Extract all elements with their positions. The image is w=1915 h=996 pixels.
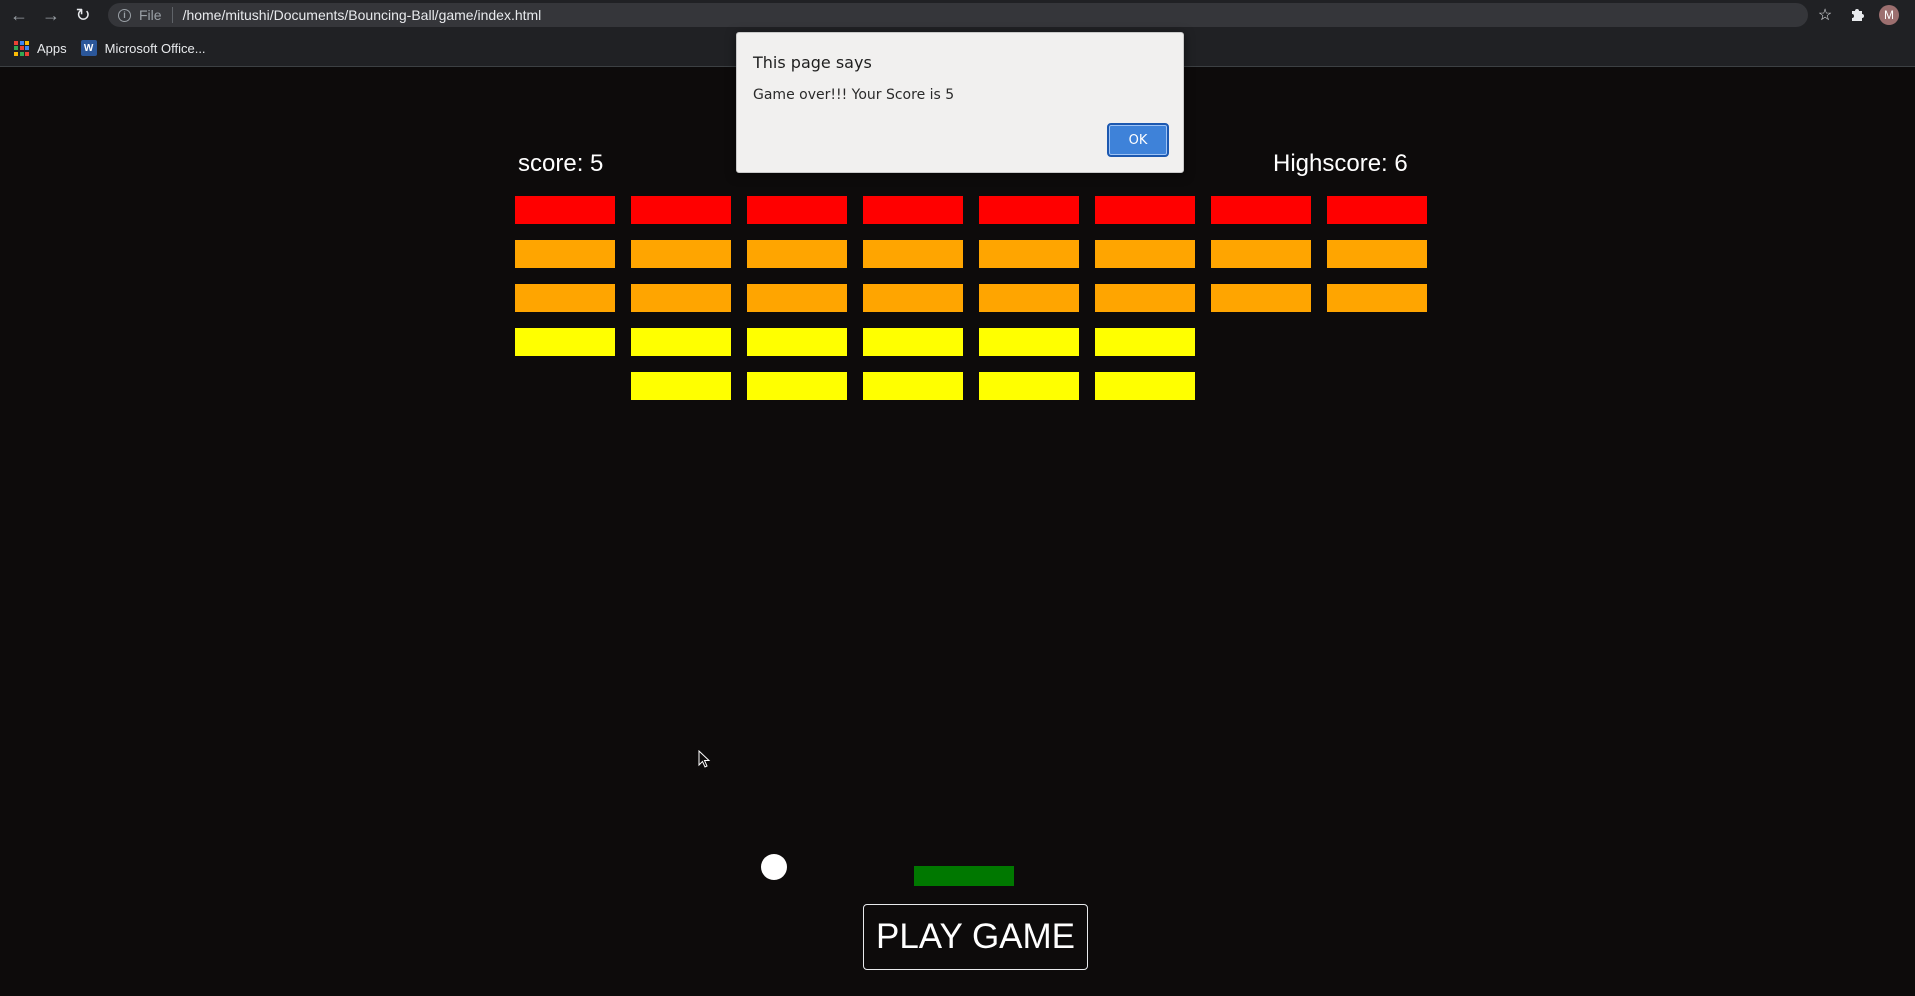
bookmark-label: Apps — [37, 40, 67, 56]
brick-orange — [1327, 284, 1427, 312]
bookmark-label: Microsoft Office... — [104, 40, 206, 56]
avatar[interactable]: M — [1879, 5, 1899, 25]
brick-orange — [631, 240, 731, 268]
brick-yellow — [979, 372, 1079, 400]
back-arrow-icon[interactable]: ← — [6, 2, 32, 28]
brick-orange — [515, 240, 615, 268]
brick-red — [1327, 196, 1427, 224]
score-label: score: 5 — [518, 150, 604, 177]
divider — [171, 7, 173, 23]
dialog-message: Game over!!! Your Score is 5 — [753, 87, 955, 103]
brick-orange — [515, 284, 615, 312]
brick-yellow — [631, 372, 731, 400]
brick-red — [1095, 196, 1195, 224]
brick-orange — [631, 284, 731, 312]
brick-red — [863, 196, 963, 224]
bookmark-apps[interactable]: Apps — [14, 40, 67, 56]
brick-red — [1211, 196, 1311, 224]
browser-toolbar: ← → ↻ i File /home/mitushi/Documents/Bou… — [0, 0, 1915, 30]
dialog-title: This page says — [753, 53, 872, 72]
brick-orange — [1095, 240, 1195, 268]
brick-orange — [1095, 284, 1195, 312]
url-text[interactable]: /home/mitushi/Documents/Bouncing-Ball/ga… — [183, 7, 542, 23]
extensions-icon[interactable] — [1841, 0, 1873, 30]
ok-button[interactable]: OK — [1107, 123, 1169, 157]
brick-yellow — [979, 328, 1079, 356]
apps-grid-icon — [14, 40, 29, 56]
brick-yellow — [1095, 328, 1195, 356]
brick-orange — [1211, 284, 1311, 312]
brick-orange — [1327, 240, 1427, 268]
brick-yellow — [1095, 372, 1195, 400]
brick-yellow — [863, 372, 963, 400]
play-game-button[interactable]: PLAY GAME — [863, 904, 1088, 970]
reload-icon[interactable]: ↻ — [70, 2, 96, 28]
brick-orange — [863, 240, 963, 268]
ball — [761, 854, 787, 880]
brick-red — [979, 196, 1079, 224]
brick-yellow — [863, 328, 963, 356]
address-bar[interactable]: i File /home/mitushi/Documents/Bouncing-… — [108, 3, 1808, 27]
mouse-cursor-icon — [698, 749, 712, 775]
brick-red — [631, 196, 731, 224]
brick-orange — [1211, 240, 1311, 268]
brick-orange — [863, 284, 963, 312]
brick-orange — [747, 240, 847, 268]
brick-yellow — [747, 372, 847, 400]
highscore-label: Highscore: 6 — [1273, 150, 1408, 177]
url-scheme: File — [139, 7, 162, 23]
brick-orange — [747, 284, 847, 312]
forward-arrow-icon[interactable]: → — [38, 2, 64, 28]
word-icon: W — [80, 40, 97, 56]
alert-dialog: This page says Game over!!! Your Score i… — [736, 32, 1184, 173]
info-icon[interactable]: i — [118, 8, 131, 22]
brick-red — [515, 196, 615, 224]
brick-yellow — [747, 328, 847, 356]
brick-orange — [979, 284, 1079, 312]
bookmark-microsoft-office[interactable]: W Microsoft Office... — [80, 40, 206, 56]
brick-red — [747, 196, 847, 224]
brick-orange — [979, 240, 1079, 268]
paddle — [914, 866, 1014, 886]
star-icon[interactable]: ☆ — [1809, 0, 1841, 30]
brick-yellow — [515, 328, 615, 356]
brick-yellow — [631, 328, 731, 356]
